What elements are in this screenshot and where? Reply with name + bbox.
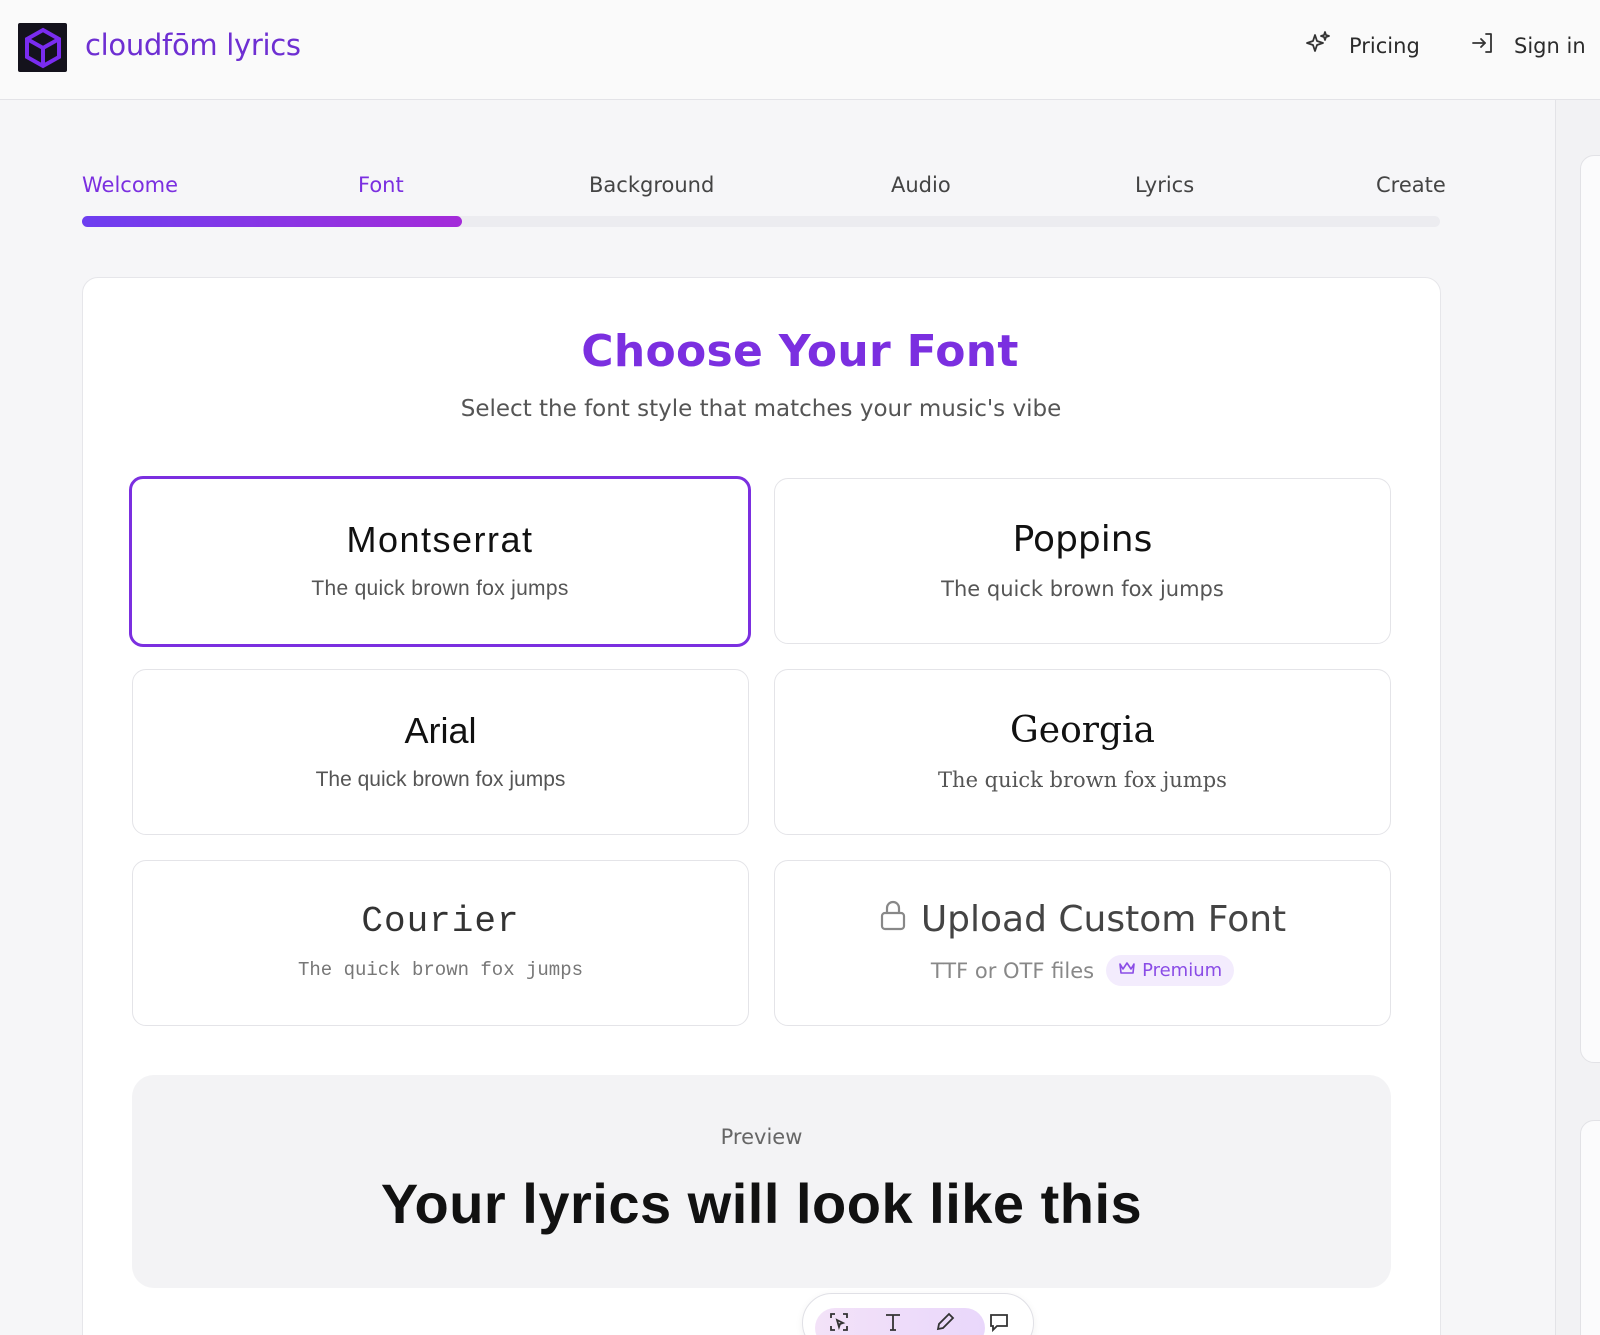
font-name: Poppins [1012, 519, 1153, 560]
font-name: Arial [404, 710, 477, 751]
font-option-georgia[interactable]: Georgia The quick brown fox jumps [774, 669, 1391, 835]
upload-custom-font-option[interactable]: Upload Custom Font TTF or OTF files Prem… [774, 860, 1391, 1026]
preview-label: Preview [720, 1125, 803, 1149]
sparkles-icon [1305, 30, 1331, 61]
premium-label: Premium [1142, 960, 1223, 981]
step-lyrics[interactable]: Lyrics [1135, 173, 1194, 197]
premium-badge: Premium [1106, 955, 1235, 986]
pencil-icon[interactable] [931, 1308, 959, 1335]
progress-fill [82, 216, 462, 227]
side-card [1580, 1120, 1600, 1335]
step-welcome[interactable]: Welcome [82, 173, 178, 197]
font-sample: The quick brown fox jumps [938, 768, 1227, 792]
brand-name[interactable]: cloudfōm lyrics [85, 28, 301, 62]
sign-in-link[interactable]: Sign in [1470, 30, 1586, 61]
font-name: Montserrat [346, 519, 534, 560]
side-card [1580, 155, 1600, 1063]
font-sample: The quick brown fox jumps [941, 577, 1224, 601]
preview-panel: Preview Your lyrics will look like this [132, 1075, 1391, 1288]
font-name: Georgia [1010, 710, 1155, 751]
font-name: Courier [361, 901, 520, 942]
step-create[interactable]: Create [1376, 173, 1446, 197]
top-navbar: cloudfōm lyrics Pricing Sign in [0, 0, 1600, 100]
page-title: Choose Your Font [581, 326, 1019, 377]
comment-icon[interactable] [985, 1308, 1013, 1335]
font-sample: The quick brown fox jumps [315, 768, 566, 791]
pricing-label: Pricing [1349, 33, 1420, 58]
step-font[interactable]: Font [358, 173, 404, 197]
preview-text: Your lyrics will look like this [380, 1172, 1143, 1235]
sign-in-label: Sign in [1514, 33, 1586, 58]
font-sample: The quick brown fox jumps [297, 959, 584, 981]
lock-icon [879, 899, 907, 940]
upload-formats: TTF or OTF files [930, 958, 1095, 983]
crown-icon [1118, 960, 1136, 981]
select-icon[interactable] [825, 1308, 853, 1335]
logo-icon[interactable] [18, 23, 67, 72]
pricing-link[interactable]: Pricing [1305, 30, 1420, 61]
text-icon[interactable] [879, 1308, 907, 1335]
upload-label: Upload Custom Font [920, 899, 1287, 940]
font-option-courier[interactable]: Courier The quick brown fox jumps [132, 860, 749, 1026]
font-option-poppins[interactable]: Poppins The quick brown fox jumps [774, 478, 1391, 644]
font-sample: The quick brown fox jumps [311, 577, 569, 600]
step-audio[interactable]: Audio [891, 173, 951, 197]
page-subtitle: Select the font style that matches your … [460, 396, 1062, 422]
font-option-montserrat[interactable]: Montserrat The quick brown fox jumps [129, 476, 751, 647]
sign-in-icon [1470, 30, 1496, 61]
floating-toolbar [802, 1293, 1034, 1335]
step-background[interactable]: Background [589, 173, 714, 197]
font-option-arial[interactable]: Arial The quick brown fox jumps [132, 669, 749, 835]
